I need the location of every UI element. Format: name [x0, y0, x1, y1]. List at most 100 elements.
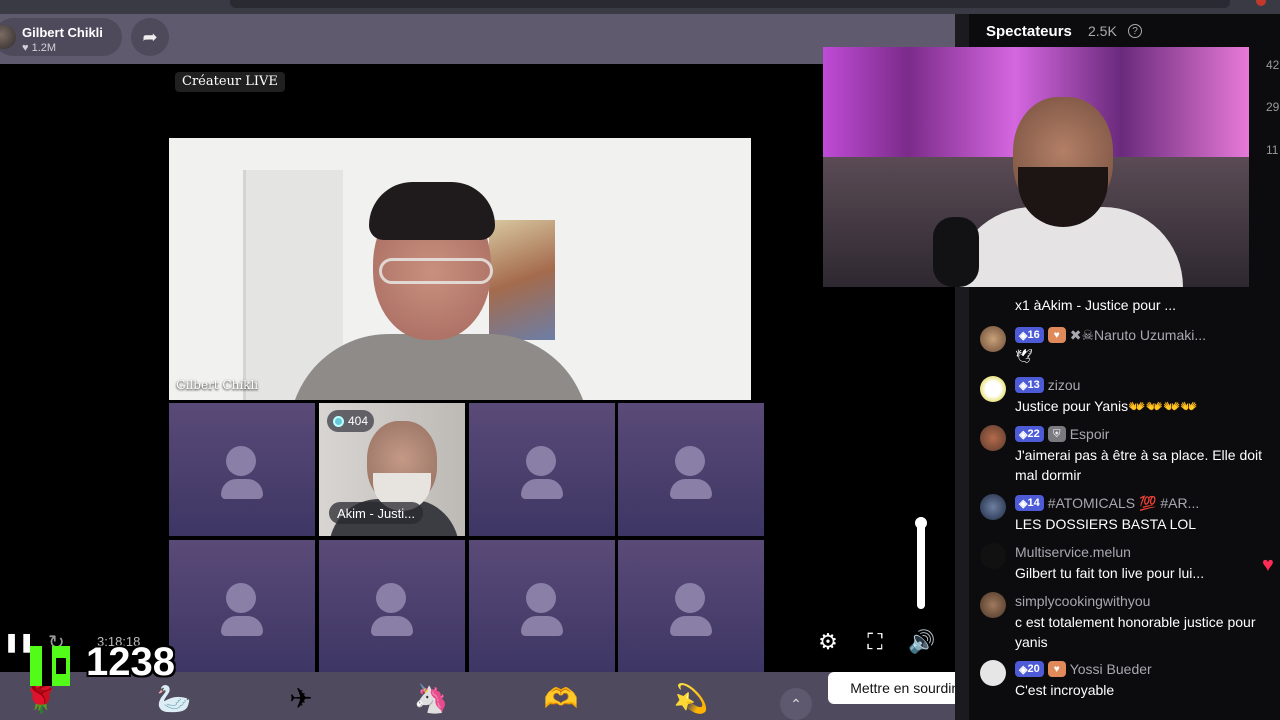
top-strip-bar — [230, 0, 1230, 8]
placeholder-person-body — [521, 616, 563, 636]
more-gifts-chevron-up-icon[interactable]: ⌃ — [780, 688, 812, 720]
streamer-webcam-feed[interactable] — [823, 47, 1249, 287]
placeholder-person-icon — [526, 446, 556, 476]
share-button[interactable]: ➦ — [131, 18, 169, 56]
heart-badge-icon: ♥ — [1047, 327, 1066, 343]
chat-text: J'aimerai pas à être à sa place. Elle do… — [1015, 447, 1263, 483]
kick-viewer-count: 1238 — [86, 640, 175, 684]
chat-header: ◈ 16 ♥ ✖☠Naruto Uzumaki... — [1015, 326, 1206, 344]
host-figure-glasses — [379, 258, 493, 284]
host-likes: ♥ 1.2M — [22, 42, 57, 54]
fullscreen-icon[interactable]: ⛶ — [861, 628, 889, 656]
host-name[interactable]: Gilbert Chikli — [22, 25, 103, 40]
avatar[interactable] — [980, 494, 1006, 520]
help-icon[interactable]: ? — [1128, 24, 1142, 38]
chat-text: 🕊 — [1015, 348, 1033, 364]
level-number: 14 — [1027, 497, 1040, 509]
guest-badge-count: 404 — [348, 414, 369, 428]
placeholder-person-icon — [226, 583, 256, 613]
viewer-count: 2.5K — [1088, 23, 1117, 39]
chat-header: ◈ 13 zizou — [1015, 376, 1080, 394]
avatar[interactable] — [980, 326, 1006, 352]
placeholder-person-body — [221, 616, 263, 636]
volume-slider[interactable] — [915, 517, 927, 609]
side-number: 42 — [1266, 58, 1280, 72]
username[interactable]: #ATOMICALS 💯 #AR... — [1048, 495, 1200, 512]
chat-header: ◈ 20 ♥ Yossi Bueder — [1015, 660, 1152, 678]
username[interactable]: Espoir — [1070, 426, 1110, 442]
stage-header: Gilbert Chikli ♥ 1.2M ➦ — [0, 14, 955, 64]
host-avatar[interactable] — [0, 25, 16, 49]
shield-badge-icon: ⛨ — [1047, 426, 1066, 442]
unicorn-gift-icon[interactable]: 🦄 — [412, 680, 450, 716]
chat-header: Multiservice.melun — [1015, 543, 1131, 561]
main-video-label: Gilbert Chikli — [176, 378, 259, 392]
guest-slot-akim[interactable]: 404 Akim - Justi... — [319, 403, 465, 536]
side-number: 29 — [1266, 100, 1280, 114]
avatar[interactable] — [980, 660, 1006, 686]
sidebar-title: Spectateurs — [986, 23, 1072, 40]
guest-slot-empty[interactable] — [169, 403, 315, 536]
level-number: 16 — [1027, 329, 1040, 341]
guest-slot-empty[interactable] — [469, 403, 615, 536]
level-badge: ◈ 20 — [1015, 661, 1044, 677]
main-video-feed[interactable]: Gilbert Chikli — [169, 138, 751, 400]
floating-heart-icon: ♥ — [1262, 554, 1274, 576]
guest-name-label: Akim - Justi... — [329, 502, 424, 524]
avatar[interactable] — [980, 376, 1006, 402]
host-profile-chip[interactable]: Gilbert Chikli ♥ 1.2M — [0, 18, 122, 56]
guest-slot-empty[interactable] — [169, 540, 315, 673]
gem-icon — [333, 415, 344, 427]
level-number: 13 — [1027, 379, 1040, 391]
host-likes-count: 1.2M — [31, 42, 57, 54]
galaxy-gift-icon[interactable]: 💫 — [672, 680, 710, 716]
volume-slider-fill — [917, 517, 925, 609]
placeholder-person-body — [670, 479, 712, 499]
chat-text: Justice pour Yanis👐👐👐👐 — [1015, 398, 1198, 414]
guest-slot-empty[interactable] — [469, 540, 615, 673]
username[interactable]: simplycookingwithyou — [1015, 593, 1150, 609]
username[interactable]: ✖☠Naruto Uzumaki... — [1070, 327, 1206, 344]
avatar[interactable] — [980, 425, 1006, 451]
avatar[interactable] — [980, 543, 1006, 569]
settings-gear-icon[interactable]: ⚙ — [814, 628, 842, 656]
background-poster — [489, 220, 555, 340]
placeholder-person-body — [521, 479, 563, 499]
placeholder-person-icon — [226, 446, 256, 476]
placeholder-person-body — [371, 616, 413, 636]
browser-top-strip — [0, 0, 1280, 14]
level-number: 20 — [1027, 663, 1040, 675]
level-badge: ◈ 14 — [1015, 495, 1044, 511]
chat-text: LES DOSSIERS BASTA LOL — [1015, 516, 1197, 532]
kick-logo-icon — [30, 646, 70, 686]
chat-header: simplycookingwithyou — [1015, 592, 1150, 610]
placeholder-person-icon — [376, 583, 406, 613]
chat-text: x1 àAkim - Justice pour ... — [1015, 297, 1177, 313]
heart-badge-icon: ♥ — [1047, 661, 1066, 677]
username[interactable]: Multiservice.melun — [1015, 544, 1131, 560]
volume-slider-knob[interactable] — [915, 517, 927, 529]
guest-slot-empty[interactable] — [319, 540, 465, 673]
level-badge: ◈ 13 — [1015, 377, 1044, 393]
side-number: 11 — [1266, 143, 1279, 157]
host-figure-hair — [369, 182, 495, 240]
placeholder-person-icon — [675, 583, 705, 613]
jet-gift-icon[interactable]: ✈ — [282, 680, 320, 716]
swan-gift-icon[interactable]: 🦢 — [155, 680, 193, 716]
share-arrow-icon: ➦ — [142, 26, 158, 47]
avatar[interactable] — [980, 592, 1006, 618]
guest-slot-empty[interactable] — [618, 540, 764, 673]
guest-gem-badge: 404 — [327, 410, 375, 432]
close-dot-icon[interactable] — [1256, 0, 1266, 6]
username[interactable]: Yossi Bueder — [1070, 661, 1152, 677]
heart-hands-gift-icon[interactable]: 🫶 — [542, 680, 580, 716]
chat-text: c est totalement honorable justice pour … — [1015, 614, 1256, 650]
placeholder-person-icon — [675, 446, 705, 476]
guest-slot-empty[interactable] — [618, 403, 764, 536]
chat-text: Gilbert tu fait ton live pour lui... — [1015, 565, 1205, 581]
username[interactable]: zizou — [1048, 377, 1081, 393]
volume-icon[interactable]: 🔊 — [908, 628, 936, 656]
chat-header: ◈ 14 #ATOMICALS 💯 #AR... — [1015, 494, 1199, 512]
placeholder-person-body — [670, 616, 712, 636]
level-badge: ◈ 16 — [1015, 327, 1044, 343]
